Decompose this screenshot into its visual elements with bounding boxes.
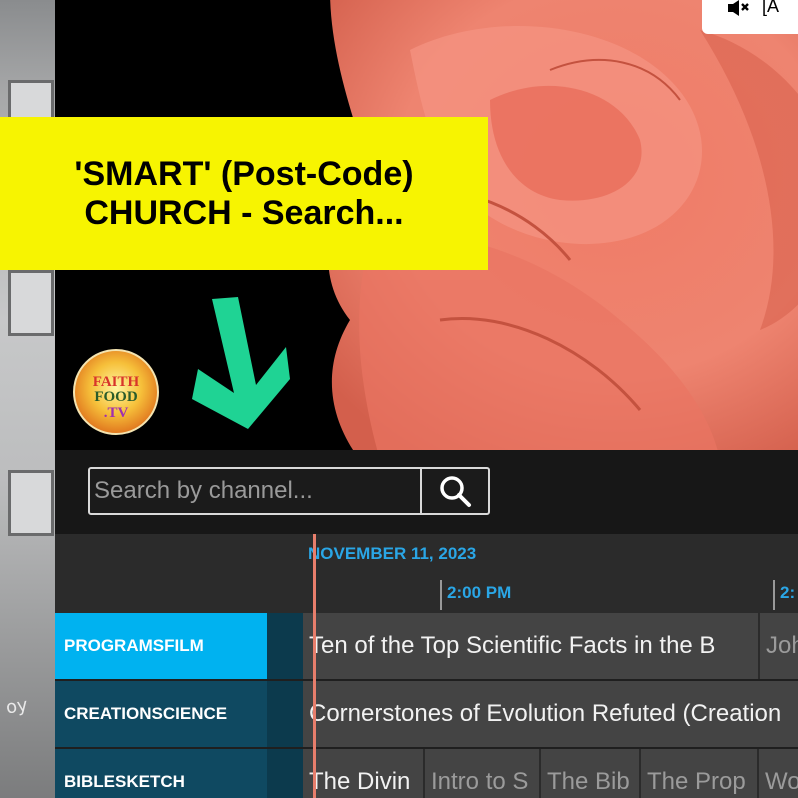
channel-creationscience[interactable]: CREATIONSCIENCE	[55, 681, 267, 747]
channel-row: BIBLESKETCH The Divin Intro to S The Bib…	[55, 749, 798, 798]
building-window	[8, 470, 54, 536]
mute-icon	[728, 0, 749, 16]
channel-search	[88, 467, 490, 515]
mute-label: [A	[762, 0, 780, 16]
banner-line-1: 'SMART' (Post-Code)	[74, 154, 414, 193]
program-cell[interactable]: Cornerstones of Evolution Refuted (Creat…	[303, 681, 798, 747]
channel-spacer	[267, 613, 303, 679]
channel-spacer	[267, 749, 303, 798]
program-cell[interactable]: The Bib	[541, 749, 639, 798]
building-window	[8, 270, 54, 336]
building-sign-text: oy	[4, 694, 30, 719]
search-icon	[440, 476, 471, 507]
channel-spacer	[267, 681, 303, 747]
search-toolbar	[55, 450, 798, 534]
current-time-indicator	[313, 534, 316, 798]
program-cell[interactable]: Ten of the Top Scientific Facts in the B	[303, 613, 760, 679]
program-cell[interactable]: Wo	[759, 749, 798, 798]
search-button[interactable]	[420, 469, 488, 513]
timeslot-label: 2:	[773, 580, 795, 610]
channel-programsfilm[interactable]: PROGRAMSFILM	[55, 613, 267, 679]
program-guide: NOVEMBER 11, 2023 2:00 PM 2: PROGRAMSFIL…	[55, 534, 798, 798]
logo-faith-text: FAITH	[93, 374, 140, 390]
promo-banner: 'SMART' (Post-Code) CHURCH - Search...	[0, 117, 488, 270]
channel-row: PROGRAMSFILM Ten of the Top Scientific F…	[55, 613, 798, 679]
down-arrow-icon	[192, 297, 290, 429]
faithfood-logo[interactable]: FAITH FOOD .TV	[72, 348, 160, 436]
logo-tv-text: .TV	[104, 405, 129, 421]
timeslot-label: 2:00 PM	[440, 580, 511, 610]
program-cell[interactable]: John	[758, 613, 798, 679]
program-cell[interactable]: The Divin	[303, 749, 423, 798]
mute-button[interactable]: [A	[702, 0, 798, 34]
guide-date: NOVEMBER 11, 2023	[308, 544, 477, 563]
program-cell[interactable]: The Prop	[641, 749, 757, 798]
channel-row: CREATIONSCIENCE Cornerstones of Evolutio…	[55, 681, 798, 747]
channel-biblesketch[interactable]: BIBLESKETCH	[55, 749, 267, 798]
search-input[interactable]	[90, 469, 420, 513]
program-cell[interactable]: Intro to S	[425, 749, 539, 798]
logo-food-text: FOOD	[94, 389, 137, 405]
banner-line-2: CHURCH - Search...	[84, 193, 404, 232]
